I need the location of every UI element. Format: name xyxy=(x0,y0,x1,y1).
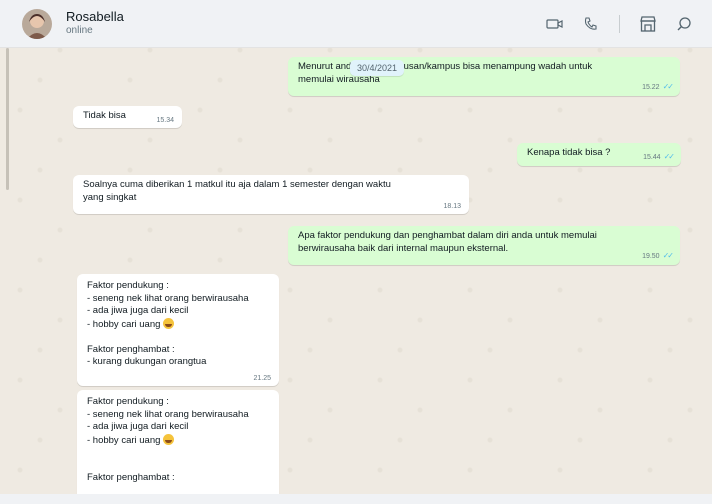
incoming-message[interactable]: Faktor pendukung : - seneng nek lihat or… xyxy=(77,274,279,386)
chat-window: Rosabella online Menurut anda apakah jur… xyxy=(0,0,712,504)
chat-header: Rosabella online xyxy=(0,0,712,48)
laughing-emoji-icon xyxy=(163,433,175,445)
message-time: 15.22 ✓✓ xyxy=(642,82,674,92)
laughing-emoji-icon xyxy=(163,317,175,329)
message-time: 19.50 ✓✓ xyxy=(642,251,674,261)
shop-icon[interactable] xyxy=(638,14,658,34)
message-time: 21.25 xyxy=(253,374,271,382)
contact-info[interactable]: Rosabella online xyxy=(66,9,124,37)
date-chip: 30/4/2021 xyxy=(350,60,405,76)
message-text: berwirausaha baik dari internal maupun e… xyxy=(298,242,509,254)
outgoing-message[interactable]: Apa faktor pendukung dan penghambat dala… xyxy=(288,226,680,265)
message-text: Faktor pendukung : xyxy=(87,280,169,291)
message-text: - ada jiwa juga dari kecil xyxy=(87,305,189,317)
message-time: 15.34 xyxy=(156,116,174,124)
double-tick-icon: ✓✓ xyxy=(662,82,674,92)
message-list: Menurut anda apakah jurusan/kampus bisa … xyxy=(0,48,712,504)
message-text: Faktor penghambat : xyxy=(87,472,175,484)
message-text: - hobby cari uang xyxy=(87,433,269,448)
message-text: - kurang dukungan orangtua xyxy=(87,356,207,368)
message-text: - hobby cari uang xyxy=(87,317,269,332)
message-text: ​ xyxy=(87,447,269,460)
outgoing-message[interactable]: Menurut anda apakah jurusan/kampus bisa … xyxy=(288,57,680,96)
double-tick-icon: ✓✓ xyxy=(663,152,675,162)
message-text: - ada jiwa juga dari kecil xyxy=(87,421,189,433)
message-text: Faktor penghambat : xyxy=(87,343,175,355)
message-text: Apa faktor pendukung dan penghambat dala… xyxy=(298,230,597,241)
composer-bar xyxy=(0,494,712,504)
incoming-message[interactable]: Faktor pendukung : - seneng nek lihat or… xyxy=(77,390,279,504)
avatar[interactable] xyxy=(22,8,52,39)
message-text: yang singkat xyxy=(83,191,137,203)
search-icon[interactable] xyxy=(674,14,694,34)
message-text: ​ xyxy=(87,460,269,473)
double-tick-icon: ✓✓ xyxy=(662,251,674,261)
message-text: Soalnya cuma diberikan 1 matkul itu aja … xyxy=(83,179,391,190)
voice-call-icon[interactable] xyxy=(581,14,601,34)
header-divider xyxy=(619,14,620,33)
message-time: 18.13 xyxy=(443,202,461,210)
outgoing-message[interactable]: Kenapa tidak bisa ? 15.44 ✓✓ xyxy=(517,143,681,166)
message-text: Faktor pendukung : xyxy=(87,396,169,407)
message-text: - seneng nek lihat orang berwirausaha xyxy=(87,408,249,420)
contact-name: Rosabella xyxy=(66,9,124,25)
incoming-message[interactable]: Soalnya cuma diberikan 1 matkul itu aja … xyxy=(73,175,469,214)
message-text: ​ xyxy=(87,331,269,344)
message-text: - seneng nek lihat orang berwirausaha xyxy=(87,292,249,304)
contact-status: online xyxy=(66,25,93,37)
header-actions xyxy=(545,14,694,34)
message-time: 15.44 ✓✓ xyxy=(643,152,675,162)
video-call-icon[interactable] xyxy=(545,14,565,34)
incoming-message[interactable]: Tidak bisa 15.34 xyxy=(73,106,182,128)
